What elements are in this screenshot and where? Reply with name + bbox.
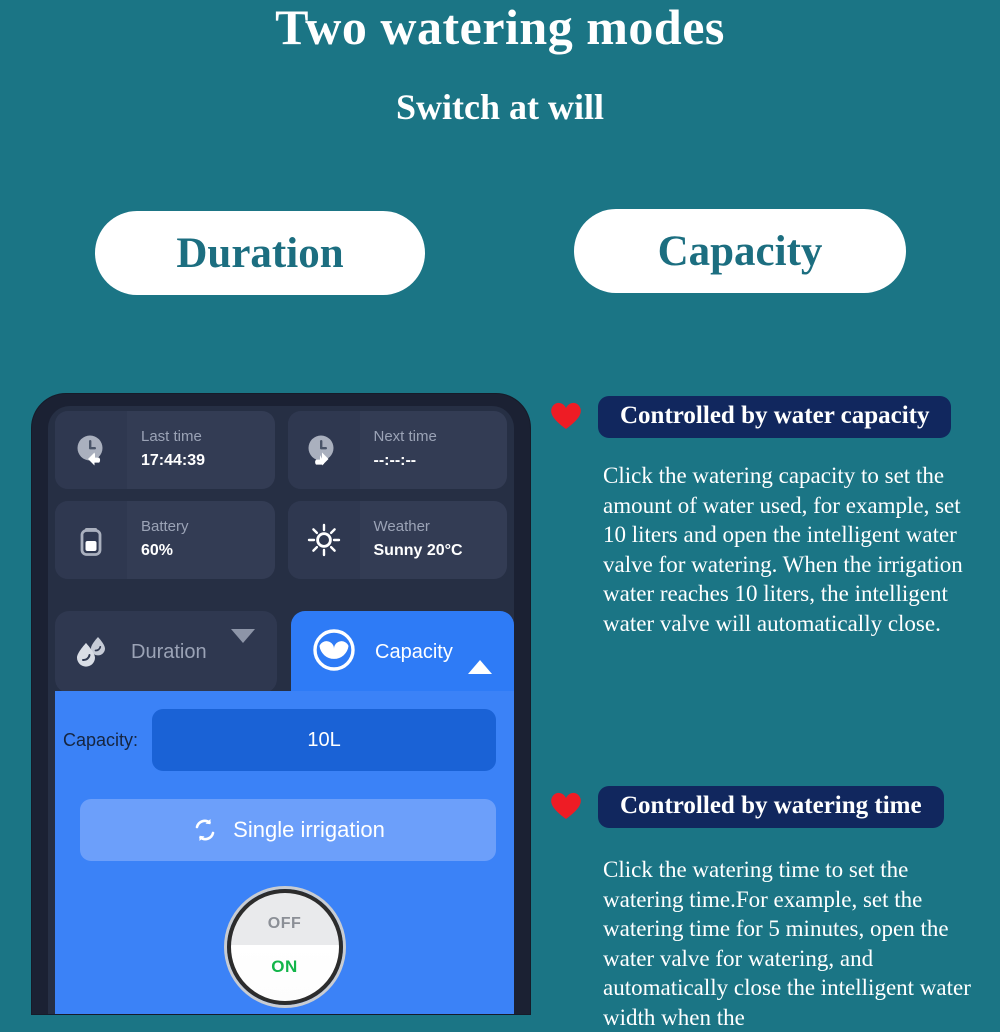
water-level-circle-icon	[311, 627, 357, 678]
phone-screen: Last time 17:44:39 Next time --:--:-- Ba…	[48, 406, 514, 1014]
chevron-up-icon	[468, 643, 492, 674]
mode-button-duration[interactable]: Duration	[95, 211, 425, 295]
info-label: Weather	[373, 517, 430, 535]
info-label: Battery	[141, 517, 189, 535]
mode-tabs: Duration Capacity	[55, 611, 514, 693]
capacity-field-label: Capacity:	[63, 729, 139, 750]
callout-watering-time: Controlled by watering time	[548, 786, 944, 828]
capacity-field-row: Capacity: 10L	[63, 709, 496, 771]
mode-button-capacity-label: Capacity	[657, 227, 823, 275]
heart-icon	[548, 789, 584, 826]
capacity-panel: Capacity: 10L Single irrigation OFF ON	[55, 691, 514, 1014]
info-card-weather[interactable]: Weather Sunny 20°C	[287, 501, 507, 579]
power-knob-off-label: OFF	[267, 915, 302, 932]
single-irrigation-button[interactable]: Single irrigation	[80, 799, 496, 861]
tab-capacity-label: Capacity	[375, 640, 453, 663]
capacity-input-value: 10L	[307, 728, 341, 751]
page-title: Two watering modes	[275, 0, 725, 55]
callout-body-watering-time: Click the watering time to set the water…	[603, 857, 971, 1030]
info-card-battery[interactable]: Battery 60%	[55, 501, 275, 579]
power-knob[interactable]: OFF ON	[226, 889, 343, 1005]
tab-capacity[interactable]: Capacity	[291, 611, 514, 693]
tab-duration-label: Duration	[131, 640, 207, 663]
loop-icon	[191, 816, 219, 844]
mode-button-duration-label: Duration	[176, 229, 344, 277]
info-label: Next time	[373, 427, 437, 445]
single-irrigation-label: Single irrigation	[233, 817, 385, 842]
clock-forward-icon	[287, 411, 360, 489]
info-card-last-time[interactable]: Last time 17:44:39	[55, 411, 275, 489]
tab-duration[interactable]: Duration	[55, 611, 277, 693]
capacity-input[interactable]: 10L	[152, 709, 496, 771]
info-card-next-time[interactable]: Next time --:--:--	[287, 411, 507, 489]
info-value: Sunny 20°C	[373, 542, 463, 560]
promo-page: Two watering modes Switch at will Durati…	[0, 0, 1000, 1030]
callout-banner: Controlled by water capacity	[598, 396, 952, 438]
page-subtitle: Switch at will	[395, 87, 604, 127]
chevron-down-icon	[231, 629, 255, 661]
heart-icon	[548, 399, 584, 436]
info-card-grid: Last time 17:44:39 Next time --:--:-- Ba…	[55, 411, 507, 579]
sun-icon	[287, 501, 360, 579]
mode-button-capacity[interactable]: Capacity	[574, 209, 906, 293]
info-label: Last time	[141, 427, 202, 445]
water-drops-icon	[69, 628, 113, 677]
battery-icon	[55, 501, 127, 579]
power-knob-on-label: ON	[271, 957, 298, 976]
info-value: 60%	[141, 542, 174, 560]
callout-body-water-capacity: Click the watering capacity to set the a…	[603, 463, 963, 636]
callout-banner: Controlled by watering time	[598, 786, 944, 828]
info-value: 17:44:39	[141, 452, 206, 470]
clock-back-icon	[55, 411, 127, 489]
callout-water-capacity: Controlled by water capacity	[548, 396, 952, 438]
info-value: --:--:--	[373, 452, 417, 470]
phone-mockup: Last time 17:44:39 Next time --:--:-- Ba…	[32, 394, 530, 1014]
